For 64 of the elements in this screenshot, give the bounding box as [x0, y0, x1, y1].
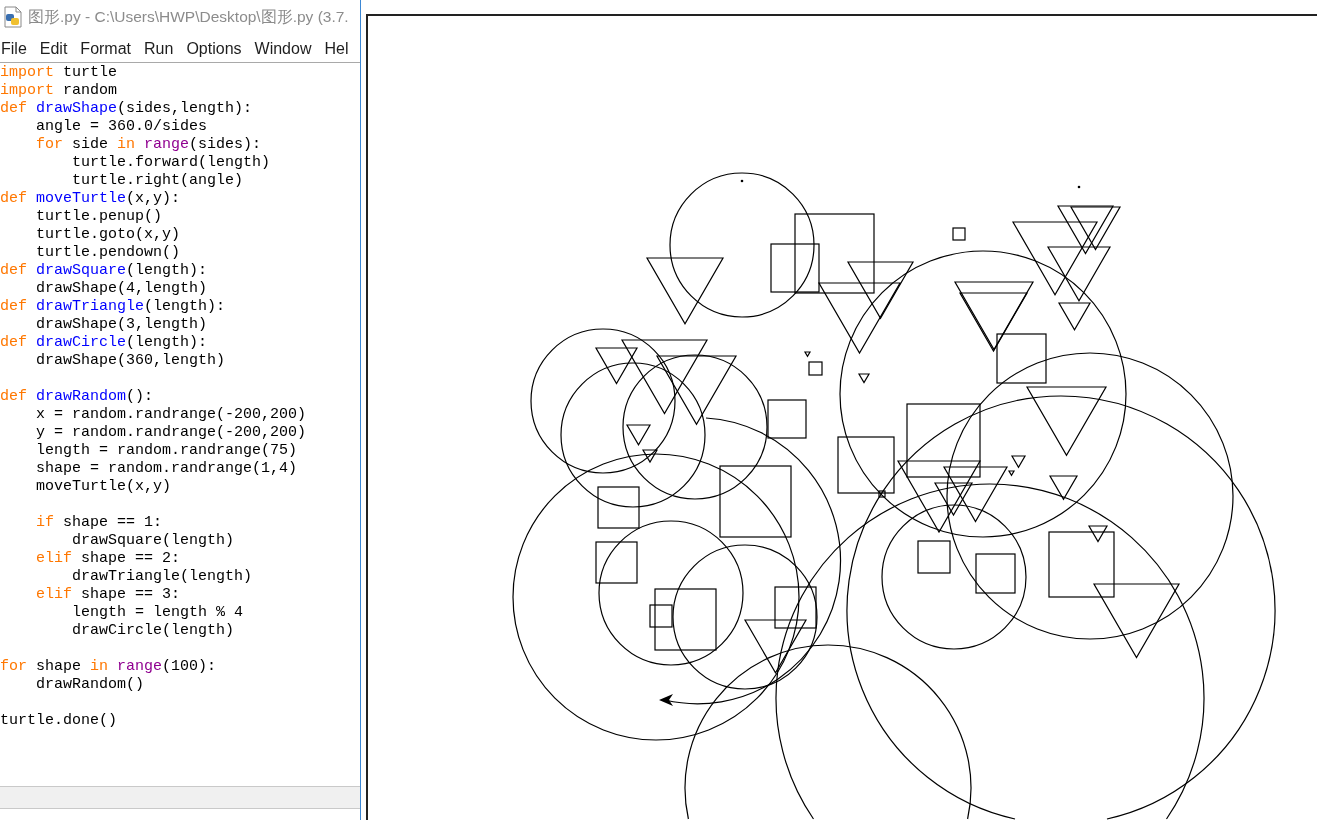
code-line: turtle.goto(x,y) [36, 226, 181, 244]
triangle-outline [743, 619, 808, 675]
code-line: moveTurtle(x,y) [36, 478, 172, 496]
menu-item[interactable]: Window [254, 37, 312, 60]
triangle-outline [641, 449, 659, 464]
code-line: turtle.penup() [36, 208, 163, 226]
menu-item[interactable]: Options [186, 37, 242, 60]
code-line: drawCircle(length) [72, 622, 235, 640]
code-line: def drawCircle(length): [0, 334, 208, 352]
code-line: length = length % 4 [72, 604, 244, 622]
code-line: turtle.right(angle) [72, 172, 244, 190]
code-line: def drawShape(sides,length): [0, 100, 253, 118]
square-outline [774, 586, 817, 629]
code-line: y = random.randrange(-200,200) [36, 424, 307, 442]
arrowhead-icon [659, 694, 673, 706]
code-line: drawTriangle(length) [72, 568, 253, 586]
code-line: x = random.randrange(-200,200) [36, 406, 307, 424]
code-line: shape = random.randrange(1,4) [36, 460, 298, 478]
square-outline [917, 540, 951, 574]
square-outline [808, 361, 823, 376]
code-line: elif shape == 2: [36, 550, 181, 568]
code-line: def moveTurtle(x,y): [0, 190, 181, 208]
code-line: angle = 360.0/sides [36, 118, 208, 136]
triangle-outline [803, 351, 812, 358]
code-line: turtle.forward(length) [72, 154, 271, 172]
dot-mark [740, 179, 744, 183]
square-outline [952, 227, 966, 241]
code-line: drawRandom() [36, 676, 145, 694]
triangle-outline [1087, 525, 1109, 543]
code-line: def drawTriangle(length): [0, 298, 226, 316]
triangle-outline [1048, 475, 1079, 501]
menu-item[interactable]: Edit [39, 37, 68, 60]
square-outline [767, 399, 807, 439]
triangle-outline [857, 373, 871, 384]
code-line: import turtle [0, 64, 118, 82]
square-outline [996, 333, 1047, 384]
file-icon [4, 6, 22, 28]
code-line: length = random.randrange(75) [36, 442, 298, 460]
triangle-outline [958, 292, 1029, 353]
triangle-outline [625, 424, 652, 447]
menu-item[interactable]: Hel [324, 37, 349, 60]
code-line: import random [0, 82, 118, 100]
square-outline [595, 541, 638, 584]
code-line: drawShape(4,length) [36, 280, 208, 298]
square-outline [975, 553, 1016, 594]
dot-mark [1077, 185, 1081, 189]
code-line: for shape in range(100): [0, 658, 217, 676]
code-line: def drawRandom(): [0, 388, 154, 406]
square-outline [1048, 531, 1115, 598]
code-line: if shape == 1: [36, 514, 163, 532]
window-title: 图形.py - C:\Users\HWP\Desktop\图形.py (3.7. [28, 6, 349, 27]
code-line: elif shape == 3: [36, 586, 181, 604]
code-line: def drawSquare(length): [0, 262, 208, 280]
code-line: drawShape(360,length) [36, 352, 226, 370]
menu-item[interactable]: Run [144, 37, 174, 60]
code-line: drawSquare(length) [72, 532, 235, 550]
code-line: turtle.done() [0, 712, 118, 730]
menu-item[interactable]: File [1, 37, 27, 60]
code-line: drawShape(3,length) [36, 316, 208, 334]
code-line: turtle.pendown() [36, 244, 181, 262]
menu-item[interactable]: Format [80, 37, 132, 60]
code-line: for side in range(sides): [36, 136, 262, 154]
triangle-outline [846, 261, 915, 320]
square-outline [597, 486, 640, 529]
